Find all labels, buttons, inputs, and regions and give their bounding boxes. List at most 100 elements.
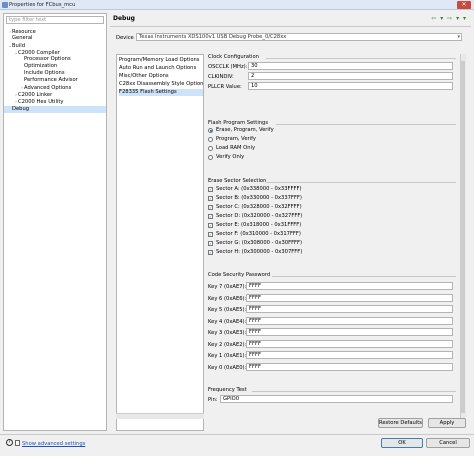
device-select[interactable]: Texas Instruments XDS100v1 USB Debug Pro… — [136, 33, 462, 41]
debug-page: Debug ⇦ ▾ ⇨ ▾ ▾ Device Texas Instruments… — [110, 13, 471, 431]
tree-item-label: Processor Options — [24, 56, 71, 62]
clock-field-input[interactable]: 2 — [248, 72, 453, 80]
cancel-button[interactable]: Cancel — [426, 438, 470, 448]
window-titlebar: Properties for FCbus_mcu ✕ — [0, 0, 474, 10]
category-list-item[interactable]: Misc/Other Options — [119, 73, 169, 80]
sector-checkbox[interactable]: ✓ — [208, 214, 213, 219]
tree-item[interactable]: Optimization — [4, 63, 106, 70]
category-list-item[interactable]: Program/Memory Load Options — [119, 57, 200, 64]
category-list-item[interactable]: C28xx Disassembly Style Options — [119, 81, 203, 88]
tree-item[interactable]: ›C2000 Hex Utility — [4, 98, 106, 105]
frequency-pin-label: Pin: — [208, 397, 218, 403]
frequency-title: Frequency Test — [208, 387, 247, 393]
tree-item[interactable]: Debug — [4, 106, 106, 113]
section-divider — [276, 124, 456, 125]
window-title: Properties for FCbus_mcu — [9, 2, 76, 8]
device-value: Texas Instruments XDS100v1 USB Debug Pro… — [139, 34, 287, 40]
sector-checkbox[interactable]: ✓ — [208, 205, 213, 210]
flash-program-radio[interactable] — [208, 146, 213, 151]
security-key-input[interactable]: FFFF — [246, 282, 453, 290]
tree-item-label: Performance Advisor — [24, 77, 78, 83]
tree-item[interactable]: Performance Advisor — [4, 77, 106, 84]
section-divider — [272, 276, 456, 277]
device-label: Device — [116, 35, 134, 41]
security-key-label: Key 1 (0xAE1): — [208, 353, 247, 359]
sector-checkbox[interactable]: ✓ — [208, 241, 213, 246]
security-key-input[interactable]: FFFF — [246, 362, 453, 371]
flash-program-radio[interactable] — [208, 128, 213, 133]
category-list: Program/Memory Load Options Auto Run and … — [116, 54, 204, 431]
sector-checkbox[interactable]: ✓ — [208, 232, 213, 237]
category-list-item[interactable]: F28335 Flash Settings — [119, 89, 203, 96]
security-key-label: Key 3 (0xAE3): — [208, 330, 247, 336]
footer-divider — [0, 434, 474, 435]
close-icon[interactable]: ✕ — [457, 1, 471, 9]
clock-field-input[interactable]: 30 — [248, 62, 453, 70]
help-icon[interactable]: ? — [6, 439, 13, 446]
security-key-input[interactable]: FFFF — [246, 305, 453, 313]
frequency-pin-input[interactable]: GPIO0 — [220, 395, 453, 403]
sector-checkbox[interactable]: ✓ — [208, 196, 213, 201]
clock-field-input[interactable]: 10 — [248, 82, 453, 90]
flash-program-radio[interactable] — [208, 155, 213, 160]
erase-sector-title: Erase Sector Selection — [208, 178, 267, 184]
security-key-input[interactable]: FFFF — [246, 316, 453, 325]
apply-button[interactable]: Apply — [428, 418, 466, 428]
settings-scroll-thumb[interactable] — [461, 61, 465, 413]
sector-checkbox[interactable]: ✓ — [208, 250, 213, 255]
security-key-input[interactable]: FFFF — [246, 293, 453, 302]
section-divider — [266, 58, 456, 59]
sector-label: Sector H: (0x300000 - 0x307FFF) — [216, 249, 303, 255]
sector-checkbox[interactable]: ✓ — [208, 223, 213, 228]
tree-item[interactable]: ⌄Build — [4, 42, 106, 49]
tree-item[interactable]: Include Options — [4, 70, 106, 77]
flash-program-radio[interactable] — [208, 137, 213, 142]
flash-program-title: Flash Program Settings — [208, 120, 269, 126]
sector-label: Sector B: (0x330000 - 0x337FFF) — [216, 195, 302, 201]
security-key-input[interactable]: FFFF — [246, 328, 453, 336]
advanced-settings-icon[interactable] — [15, 440, 20, 446]
sector-checkbox[interactable]: ✓ — [208, 187, 213, 192]
security-key-label: Key 7 (0xAE7): — [208, 284, 247, 290]
clock-field-label: PLLCR Value: — [208, 84, 242, 90]
show-advanced-settings-link[interactable]: Show advanced settings — [22, 441, 85, 447]
section-divider — [266, 182, 456, 183]
tree-item[interactable]: ›Advanced Options — [4, 84, 106, 91]
sector-label: Sector C: (0x328000 - 0x32FFFF) — [216, 204, 302, 210]
security-key-input[interactable]: FFFF — [246, 339, 453, 348]
clock-field-label: CLKINDIV: — [208, 74, 234, 80]
security-key-input[interactable]: FFFF — [246, 351, 453, 359]
tree-item[interactable]: ›Resource — [4, 28, 106, 35]
tree-item[interactable]: ⌄C2000 Compiler — [4, 49, 106, 56]
category-list-hscrollbar[interactable] — [116, 413, 204, 419]
security-title: Code Security Password — [208, 272, 271, 278]
sector-label: Sector E: (0x318000 - 0x31FFFF) — [216, 222, 302, 228]
tree-item-label: Optimization — [24, 63, 58, 69]
security-key-label: Key 4 (0xAE4): — [208, 318, 247, 325]
app-icon — [2, 2, 8, 8]
tree-item[interactable]: Processor Options — [4, 56, 106, 63]
ok-button[interactable]: OK — [381, 438, 423, 448]
sector-label: Sector F: (0x310000 - 0x317FFF) — [216, 231, 301, 237]
page-header: Debug ⇦ ▾ ⇨ ▾ ▾ — [110, 13, 471, 25]
filter-input[interactable]: type filter text — [6, 16, 104, 24]
sector-label: Sector G: (0x308000 - 0x30FFFF) — [216, 240, 303, 246]
flash-program-option-label: Program, Verify — [216, 136, 256, 142]
security-key-label: Key 2 (0xAE2): — [208, 341, 247, 348]
category-list-item[interactable]: Auto Run and Launch Options — [119, 65, 196, 72]
flash-program-option-label: Verify Only — [216, 154, 245, 160]
nav-arrows-icon[interactable]: ⇦ ▾ ⇨ ▾ ▾ — [431, 15, 467, 22]
tree-item-label: Debug — [12, 106, 30, 112]
header-divider — [110, 26, 471, 27]
tree-item[interactable]: General — [4, 35, 106, 42]
clock-section-title: Clock Configuration — [208, 54, 259, 60]
sector-label: Sector D: (0x320000 - 0x327FFF) — [216, 213, 303, 219]
security-key-label: Key 0 (0xAE0): — [208, 364, 247, 371]
clock-field-label: OSCCLK (MHz): — [208, 64, 248, 70]
restore-defaults-button[interactable]: Restore Defaults — [378, 418, 423, 428]
tree-item[interactable]: ›C2000 Linker — [4, 91, 106, 98]
tree-item-label: General — [12, 35, 33, 41]
page-title: Debug — [113, 15, 135, 22]
chevron-down-icon: ▾ — [457, 34, 460, 40]
security-key-label: Key 5 (0xAE5): — [208, 307, 247, 313]
